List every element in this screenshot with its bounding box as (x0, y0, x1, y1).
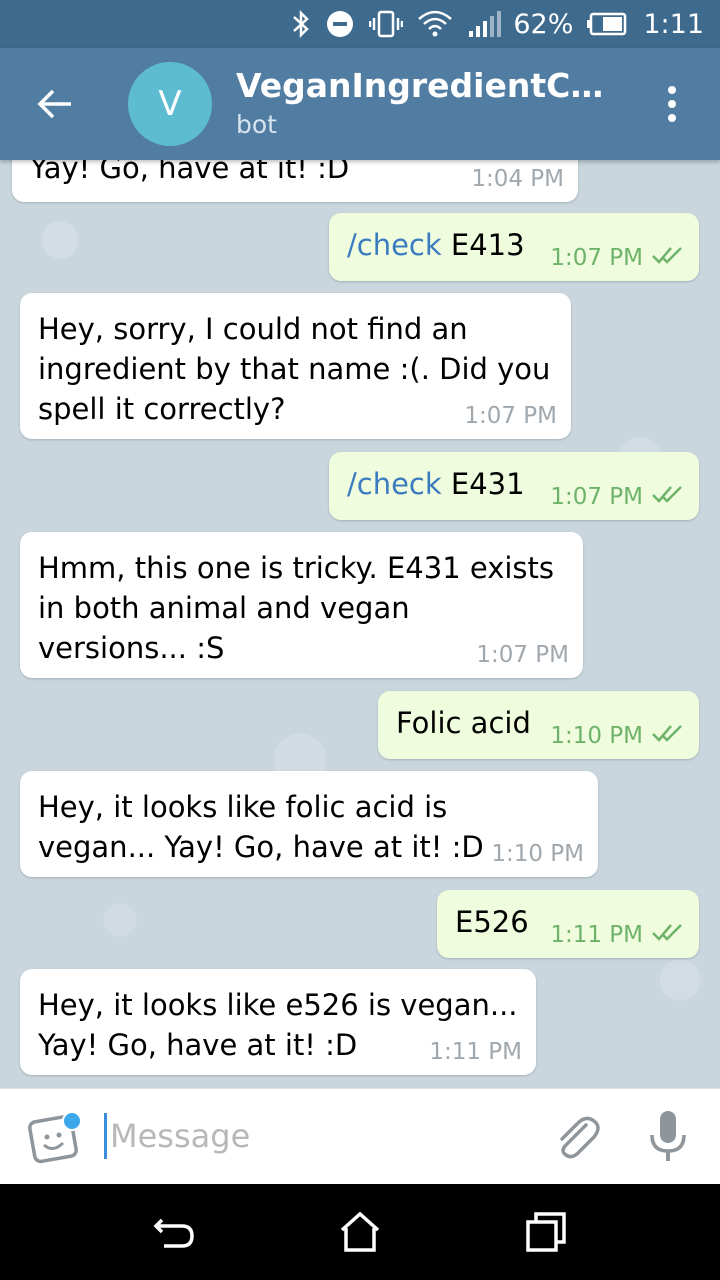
message-time: 1:07 PM (550, 243, 685, 273)
message-time: 1:04 PM (471, 166, 564, 192)
message-outgoing[interactable]: /check E413 1:07 PM (329, 213, 699, 281)
status-time: 1:11 (643, 8, 704, 40)
microphone-icon (650, 1111, 686, 1161)
command-link[interactable]: /check (347, 467, 442, 501)
message-incoming[interactable]: Yay! Go, have at it! :D 1:04 PM (12, 160, 578, 202)
back-button[interactable] (18, 48, 92, 160)
message-time: 1:07 PM (550, 482, 685, 512)
message-time: 1:11 PM (550, 920, 685, 950)
bluetooth-icon (291, 0, 311, 48)
message-text: /check E413 (347, 228, 525, 262)
more-menu-button[interactable] (654, 82, 690, 126)
chat-title-area[interactable]: VeganIngredientChec... bot (236, 66, 626, 142)
nav-back-icon (153, 1218, 194, 1248)
nav-home-icon (340, 1211, 380, 1252)
message-outgoing[interactable]: E526 1:11 PM (437, 890, 699, 958)
chat-header: V VeganIngredientChec... bot (0, 48, 720, 160)
message-text: Folic acid (396, 706, 531, 740)
double-check-icon (651, 721, 685, 751)
message-text: Hey, it looks like folic acid is vegan..… (38, 790, 484, 864)
signal-icon (467, 0, 502, 48)
vibrate-icon (369, 0, 404, 48)
message-time: 1:10 PM (550, 721, 685, 751)
attach-button[interactable] (550, 1111, 602, 1163)
message-input[interactable] (110, 1111, 510, 1161)
message-incoming[interactable]: Hey, it looks like e526 is vegan... Yay!… (20, 969, 536, 1075)
message-time: 1:07 PM (476, 642, 569, 668)
paperclip-icon (560, 1116, 600, 1159)
message-outgoing[interactable]: Folic acid 1:10 PM (378, 691, 699, 759)
microphone-button[interactable] (646, 1109, 690, 1165)
nav-back-button[interactable] (150, 1208, 198, 1256)
double-check-icon (651, 920, 685, 950)
battery-percent: 62% (513, 8, 574, 40)
double-check-icon (651, 243, 685, 273)
message-incoming[interactable]: Hey, sorry, I could not find an ingredie… (20, 293, 571, 439)
message-outgoing[interactable]: /check E431 1:07 PM (329, 452, 699, 520)
message-text: /check E431 (347, 467, 525, 501)
message-time: 1:11 PM (429, 1039, 522, 1065)
message-incoming[interactable]: Hey, it looks like folic acid is vegan..… (20, 771, 598, 877)
nav-recents-icon (526, 1212, 566, 1252)
more-vert-icon (668, 86, 676, 94)
chat-subtitle: bot (236, 110, 277, 139)
text-cursor (104, 1113, 107, 1159)
battery-icon (587, 0, 627, 48)
message-time: 1:07 PM (464, 403, 557, 429)
command-link[interactable]: /check (347, 228, 442, 262)
composer-bar (0, 1088, 720, 1184)
nav-recents-button[interactable] (522, 1208, 570, 1256)
system-nav-bar (0, 1184, 720, 1280)
message-incoming[interactable]: Hmm, this one is tricky. E431 exists in … (20, 532, 583, 678)
avatar[interactable]: V (128, 62, 212, 146)
message-text: Yay! Go, have at it! :D (30, 160, 350, 185)
status-bar: 62% 1:11 (0, 0, 720, 48)
message-text: E526 (455, 905, 529, 939)
arrow-left-icon (37, 89, 71, 119)
do-not-disturb-icon (325, 0, 355, 48)
chat-title: VeganIngredientChec... (236, 66, 626, 105)
double-check-icon (651, 482, 685, 512)
message-time: 1:10 PM (491, 841, 584, 867)
nav-home-button[interactable] (336, 1208, 384, 1256)
wifi-icon (417, 0, 453, 48)
new-stickers-badge (62, 1111, 82, 1131)
avatar-letter: V (158, 84, 182, 124)
chat-messages[interactable]: Yay! Go, have at it! :D 1:04 PM /check E… (0, 160, 720, 1088)
